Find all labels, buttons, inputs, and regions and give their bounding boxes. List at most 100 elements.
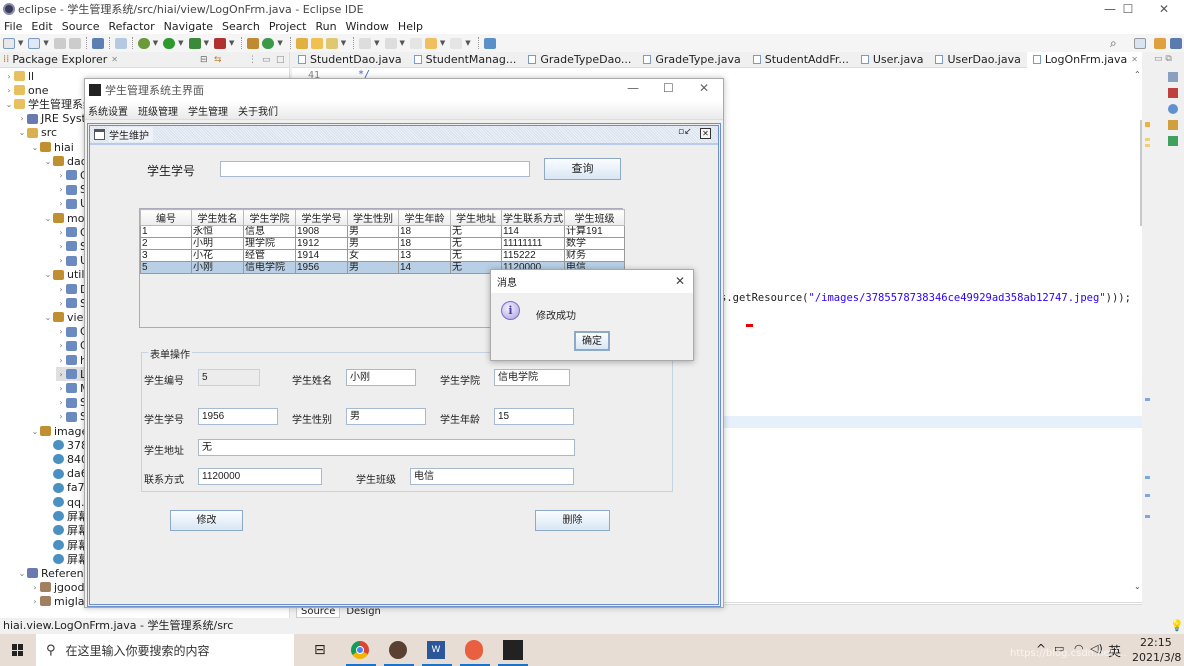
collapse-all-icon[interactable]: ⊟ bbox=[200, 55, 208, 65]
table-row[interactable]: 1 永恒 信息 1908 男 18 无 114 计算191 bbox=[140, 225, 625, 238]
column-header[interactable]: 学生性别 bbox=[347, 209, 399, 226]
table-cell[interactable]: 数学 bbox=[564, 237, 625, 250]
table-cell[interactable]: 信息 bbox=[243, 225, 296, 238]
address-field[interactable]: 无 bbox=[198, 439, 575, 456]
tree-item[interactable]: › JRE Syste bbox=[17, 112, 92, 126]
javadoc-icon[interactable] bbox=[1168, 104, 1178, 114]
save-icon[interactable] bbox=[53, 37, 66, 49]
student-number-search-input[interactable] bbox=[220, 161, 530, 177]
column-header[interactable]: 学生姓名 bbox=[191, 209, 244, 226]
tree-item[interactable]: ›S bbox=[56, 239, 87, 253]
open-type-icon[interactable] bbox=[295, 37, 308, 49]
git-perspective-icon[interactable] bbox=[1154, 37, 1166, 49]
menu-navigate[interactable]: Navigate bbox=[164, 20, 213, 33]
menu-edit[interactable]: Edit bbox=[31, 20, 52, 33]
occurrence-marker-icon[interactable] bbox=[1145, 494, 1150, 497]
last-edit-icon[interactable] bbox=[409, 37, 422, 49]
table-cell[interactable]: 小刚 bbox=[191, 261, 244, 274]
table-cell[interactable]: 计算191 bbox=[564, 225, 625, 238]
column-header[interactable]: 学生班级 bbox=[564, 209, 625, 226]
table-cell[interactable]: 3 bbox=[140, 249, 192, 262]
expanded-icon[interactable]: ⌄ bbox=[30, 143, 40, 152]
number-field[interactable]: 1956 bbox=[198, 408, 278, 425]
table-cell[interactable]: 女 bbox=[347, 249, 399, 262]
table-cell[interactable]: 5 bbox=[140, 261, 192, 274]
problems-icon[interactable] bbox=[1168, 88, 1178, 98]
phone-field[interactable]: 1120000 bbox=[198, 468, 322, 485]
table-cell[interactable]: 小花 bbox=[191, 249, 244, 262]
expanded-icon[interactable]: ⌄ bbox=[4, 100, 14, 109]
tree-item[interactable]: › ll bbox=[4, 69, 34, 83]
terminal-icon[interactable] bbox=[91, 37, 104, 49]
swing-menu-item[interactable]: 关于我们 bbox=[238, 103, 278, 118]
expanded-icon[interactable]: ⌄ bbox=[43, 270, 53, 279]
save-all-icon[interactable] bbox=[68, 37, 81, 49]
internal-close-button[interactable]: ✕ bbox=[700, 128, 711, 139]
column-header[interactable]: 学生学院 bbox=[243, 209, 296, 226]
table-cell[interactable]: 114 bbox=[501, 225, 565, 238]
college-field[interactable]: 信电学院 bbox=[494, 369, 570, 386]
tree-item[interactable]: ›S bbox=[56, 183, 87, 197]
collapsed-icon[interactable]: › bbox=[56, 256, 66, 265]
expanded-icon[interactable]: ⌄ bbox=[43, 214, 53, 223]
expanded-icon[interactable]: ⌄ bbox=[17, 128, 27, 137]
collapsed-icon[interactable]: › bbox=[56, 171, 66, 180]
table-cell[interactable]: 信电学院 bbox=[243, 261, 296, 274]
lightbulb-icon[interactable]: 💡 bbox=[1170, 618, 1184, 634]
column-header[interactable]: 编号 bbox=[140, 209, 192, 226]
collapsed-icon[interactable]: › bbox=[56, 327, 66, 336]
menu-window[interactable]: Window bbox=[346, 20, 389, 33]
collapsed-icon[interactable]: › bbox=[30, 597, 40, 606]
collapsed-icon[interactable]: › bbox=[56, 341, 66, 350]
collapsed-icon[interactable]: › bbox=[56, 299, 66, 308]
tree-item[interactable]: ⌄ src bbox=[17, 126, 57, 140]
modify-button[interactable]: 修改 bbox=[170, 510, 243, 531]
taskbar-search-input[interactable]: ⚲ 在这里输入你要搜索的内容 bbox=[36, 634, 294, 666]
editor-tab[interactable]: User.java bbox=[855, 52, 930, 68]
column-header[interactable]: 学生年龄 bbox=[398, 209, 451, 226]
app-icon[interactable] bbox=[389, 641, 407, 659]
tree-item[interactable]: ›S bbox=[56, 296, 87, 310]
name-field[interactable]: 小刚 bbox=[346, 369, 416, 386]
tree-item[interactable]: ›S bbox=[56, 396, 87, 410]
tree-item[interactable]: ›S bbox=[56, 410, 87, 424]
table-cell[interactable]: 无 bbox=[450, 237, 502, 250]
collapsed-icon[interactable]: › bbox=[56, 285, 66, 294]
perspective-icon[interactable] bbox=[1134, 37, 1146, 49]
editor-tab[interactable]: StudentDao.java bbox=[292, 52, 408, 68]
collapsed-icon[interactable]: › bbox=[56, 242, 66, 251]
class-field[interactable]: 电信 bbox=[410, 468, 574, 485]
age-field[interactable]: 15 bbox=[494, 408, 574, 425]
maximize-view-icon[interactable]: □ bbox=[276, 55, 285, 65]
query-button[interactable]: 查询 bbox=[544, 158, 621, 180]
table-row[interactable]: 2 小明 理学院 1912 男 18 无 11111111 数学 bbox=[140, 237, 625, 250]
scroll-up-icon[interactable]: ⌃ bbox=[1134, 70, 1141, 79]
occurrence-marker-icon[interactable] bbox=[1145, 515, 1150, 518]
student-system-icon[interactable] bbox=[503, 640, 523, 660]
new-class-icon[interactable] bbox=[262, 37, 275, 49]
swing-close-button[interactable]: ✕ bbox=[699, 81, 709, 95]
table-cell[interactable]: 2 bbox=[140, 237, 192, 250]
tree-item[interactable]: › miglay bbox=[30, 594, 91, 608]
tree-item[interactable]: › jgoodi bbox=[30, 580, 87, 594]
table-cell[interactable]: 1956 bbox=[295, 261, 348, 274]
occurrence-marker-icon[interactable] bbox=[1145, 476, 1150, 479]
editor-tab[interactable]: LogOnFrm.java ✕ bbox=[1026, 51, 1144, 68]
dialog-close-button[interactable]: ✕ bbox=[675, 274, 685, 288]
table-cell[interactable]: 1 bbox=[140, 225, 192, 238]
collapsed-icon[interactable]: › bbox=[4, 72, 14, 81]
close-view-icon[interactable]: ✕ bbox=[111, 55, 118, 64]
tree-item[interactable]: 屏幕 bbox=[43, 538, 89, 552]
task-marker-icon[interactable] bbox=[1145, 144, 1150, 147]
maximize-button[interactable]: ☐ bbox=[1110, 0, 1146, 18]
menu-source[interactable]: Source bbox=[62, 20, 100, 33]
table-cell[interactable]: 18 bbox=[398, 237, 451, 250]
prev-annotation-icon[interactable] bbox=[384, 37, 397, 49]
expanded-icon[interactable]: ⌄ bbox=[43, 313, 53, 322]
table-row[interactable]: 3 小花 经管 1914 女 13 无 115222 财务 bbox=[140, 249, 625, 262]
swing-minimize-button[interactable]: — bbox=[627, 81, 639, 95]
table-cell[interactable]: 1908 bbox=[295, 225, 348, 238]
package-explorer-title[interactable]: Package Explorer bbox=[12, 53, 107, 66]
table-cell[interactable]: 男 bbox=[347, 237, 399, 250]
tree-item[interactable]: 378 bbox=[43, 438, 88, 452]
